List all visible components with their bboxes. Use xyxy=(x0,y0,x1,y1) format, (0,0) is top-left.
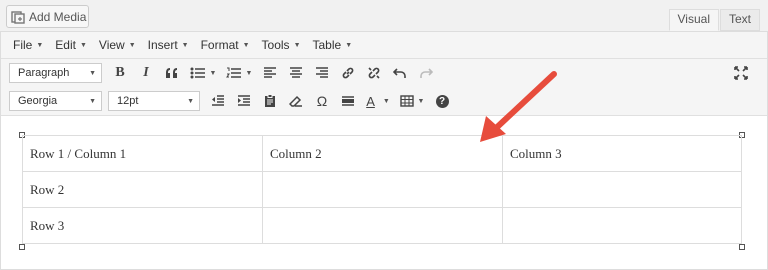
format-select-value: Paragraph xyxy=(18,67,70,79)
clear-format-icon[interactable] xyxy=(284,90,308,112)
add-media-button[interactable]: Add Media xyxy=(6,5,89,28)
bullet-list-icon[interactable]: ▼ xyxy=(186,62,220,84)
text-color-icon[interactable]: A ▼ xyxy=(362,90,394,112)
menu-insert-label: Insert xyxy=(147,38,178,52)
menu-format-label: Format xyxy=(200,38,239,52)
chevron-down-icon: ▼ xyxy=(209,69,217,77)
align-center-icon[interactable] xyxy=(284,62,308,84)
chevron-down-icon: ▼ xyxy=(128,41,136,49)
editor-content[interactable]: Row 1 / Column 1 Column 2 Column 3 Row 2… xyxy=(1,116,767,269)
font-family-select[interactable]: Georgia ▼ xyxy=(9,91,102,111)
horizontal-line-icon[interactable] xyxy=(336,90,360,112)
font-size-select[interactable]: 12pt ▼ xyxy=(108,91,200,111)
chevron-down-icon: ▼ xyxy=(382,97,390,105)
toolbar-secondary: Georgia ▼ 12pt ▼ Ω A ▼ ▼ ? xyxy=(1,87,767,116)
table-row: Row 1 / Column 1 Column 2 Column 3 xyxy=(22,135,742,172)
menu-edit[interactable]: Edit ▼ xyxy=(49,38,93,52)
bold-icon[interactable]: B xyxy=(108,62,132,84)
table-cell[interactable] xyxy=(502,171,742,208)
redo-icon[interactable] xyxy=(414,62,438,84)
add-media-label: Add Media xyxy=(29,9,87,24)
chevron-down-icon: ▼ xyxy=(417,97,425,105)
format-select[interactable]: Paragraph ▼ xyxy=(9,63,102,83)
table-icon[interactable]: ▼ xyxy=(396,90,428,112)
indent-icon[interactable] xyxy=(232,90,256,112)
italic-icon[interactable]: I xyxy=(134,62,158,84)
table-cell[interactable]: Row 1 / Column 1 xyxy=(22,135,263,172)
table-cell[interactable] xyxy=(502,207,742,244)
paste-text-icon[interactable] xyxy=(258,90,282,112)
special-char-icon[interactable]: Ω xyxy=(310,90,334,112)
chevron-down-icon: ▼ xyxy=(89,97,96,105)
blockquote-icon[interactable] xyxy=(160,62,184,84)
menu-table-label: Table xyxy=(312,38,342,52)
menu-insert[interactable]: Insert ▼ xyxy=(142,38,195,52)
table-row: Row 2 xyxy=(22,171,742,208)
table-cell[interactable]: Column 2 xyxy=(262,135,503,172)
table-cell[interactable]: Row 2 xyxy=(22,171,263,208)
editor: File ▼ Edit ▼ View ▼ Insert ▼ Format ▼ Tools ▼… xyxy=(0,31,768,270)
chevron-down-icon: ▼ xyxy=(187,97,194,105)
tab-visual[interactable]: Visual xyxy=(668,9,719,31)
align-left-icon[interactable] xyxy=(258,62,282,84)
resize-handle-bottom-right[interactable] xyxy=(739,244,745,250)
menu-file-label: File xyxy=(13,38,33,52)
menu-file[interactable]: File ▼ xyxy=(1,38,49,52)
font-size-value: 12pt xyxy=(117,95,139,107)
chevron-down-icon: ▼ xyxy=(345,41,353,49)
menubar: File ▼ Edit ▼ View ▼ Insert ▼ Format ▼ Tools ▼… xyxy=(1,32,767,59)
annotation-arrow-icon xyxy=(480,71,557,142)
chevron-down-icon: ▼ xyxy=(181,41,189,49)
fullscreen-icon[interactable] xyxy=(729,62,753,84)
menu-edit-label: Edit xyxy=(55,38,76,52)
content-table[interactable]: Row 1 / Column 1 Column 2 Column 3 Row 2… xyxy=(22,135,742,244)
menu-tools-label: Tools xyxy=(261,38,290,52)
text-color-glyph: A xyxy=(366,93,375,109)
menu-table[interactable]: Table ▼ xyxy=(307,38,359,52)
chevron-down-icon: ▼ xyxy=(293,41,301,49)
chevron-down-icon: ▼ xyxy=(245,69,253,77)
font-family-value: Georgia xyxy=(18,95,58,107)
table-row: Row 3 xyxy=(22,207,742,244)
table-cell[interactable] xyxy=(262,171,503,208)
link-icon[interactable] xyxy=(336,62,360,84)
chevron-down-icon: ▼ xyxy=(89,69,96,77)
chevron-down-icon: ▼ xyxy=(242,41,250,49)
menu-tools[interactable]: Tools ▼ xyxy=(256,38,307,52)
help-icon[interactable]: ? xyxy=(430,90,454,112)
menu-format[interactable]: Format ▼ xyxy=(195,38,256,52)
chevron-down-icon: ▼ xyxy=(36,41,44,49)
help-glyph: ? xyxy=(435,94,449,108)
numbered-list-icon[interactable]: ▼ xyxy=(222,62,256,84)
toolbar-primary: Paragraph ▼ B I ▼ ▼ xyxy=(1,59,767,87)
table-cell[interactable]: Row 3 xyxy=(22,207,263,244)
menu-view-label: View xyxy=(98,38,125,52)
unlink-icon[interactable] xyxy=(362,62,386,84)
menu-view[interactable]: View ▼ xyxy=(93,38,142,52)
tab-text[interactable]: Text xyxy=(719,9,760,31)
editor-tabs: Visual Text xyxy=(668,9,760,31)
media-icon xyxy=(11,10,25,24)
undo-icon[interactable] xyxy=(388,62,412,84)
table-cell[interactable] xyxy=(262,207,503,244)
resize-handle-bottom-left[interactable] xyxy=(19,244,25,250)
align-right-icon[interactable] xyxy=(310,62,334,84)
chevron-down-icon: ▼ xyxy=(79,41,87,49)
outdent-icon[interactable] xyxy=(206,90,230,112)
